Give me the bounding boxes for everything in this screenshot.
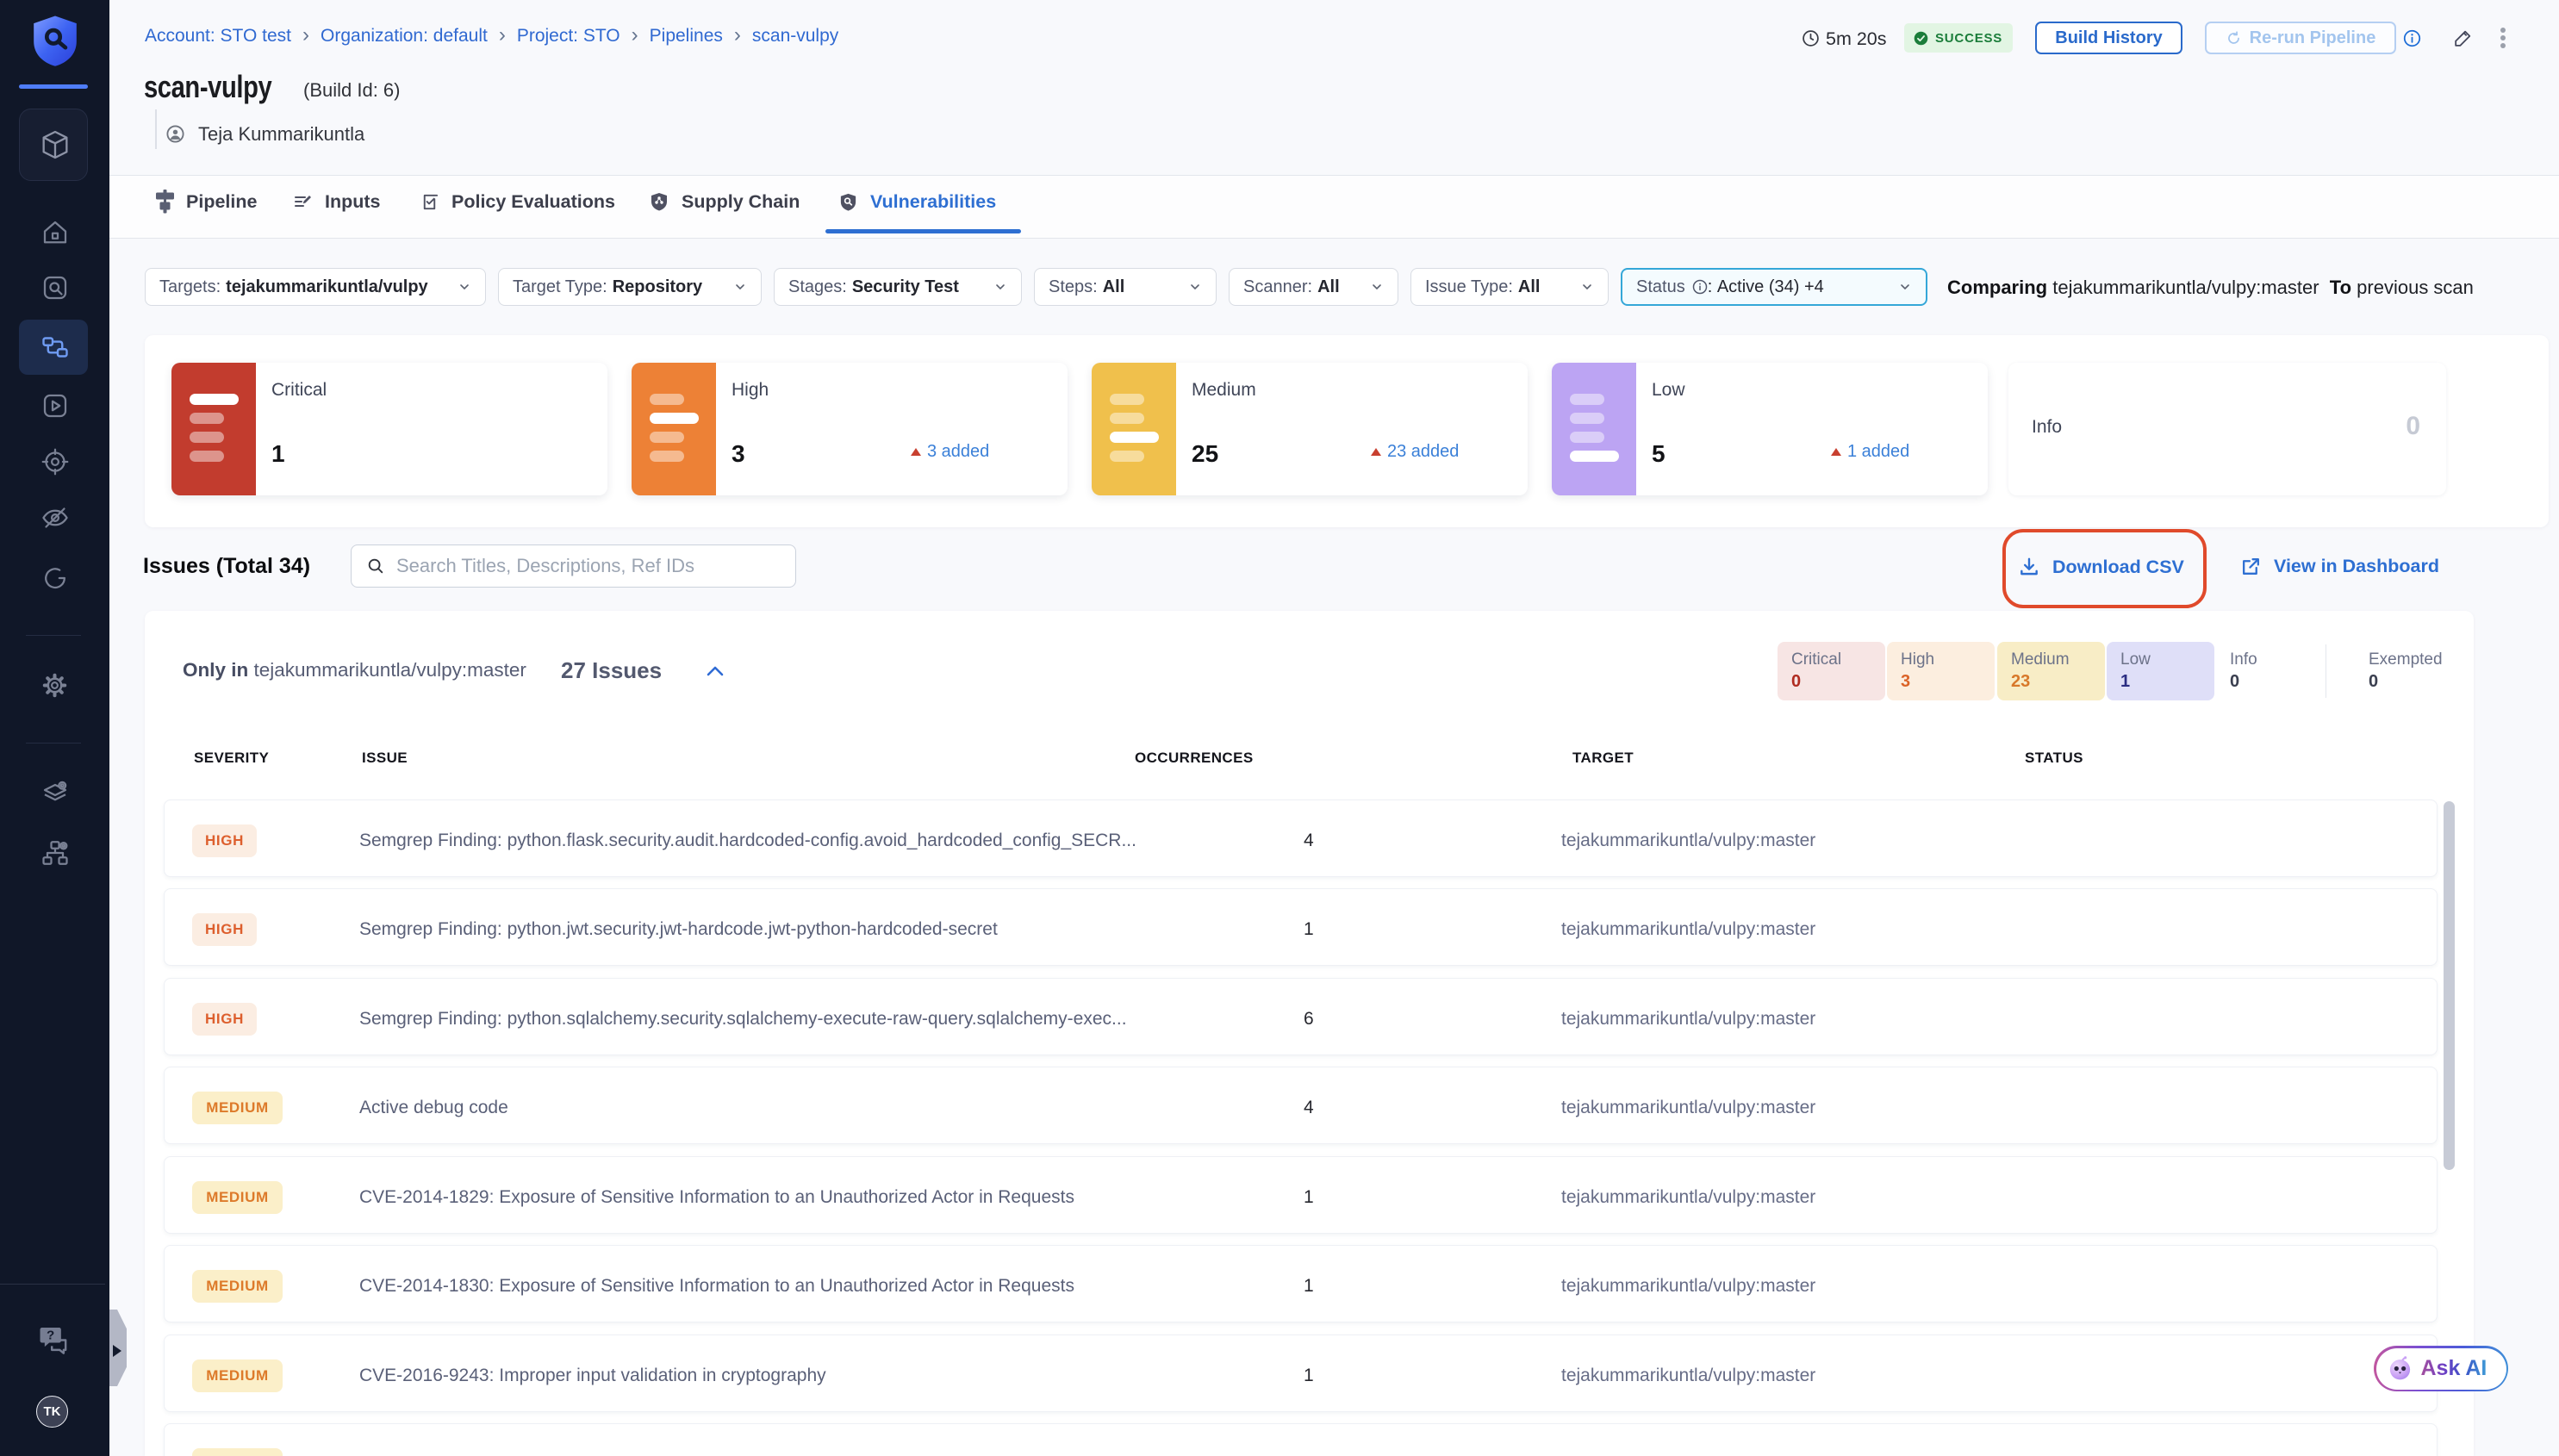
svg-text:?: ? bbox=[47, 1328, 54, 1342]
